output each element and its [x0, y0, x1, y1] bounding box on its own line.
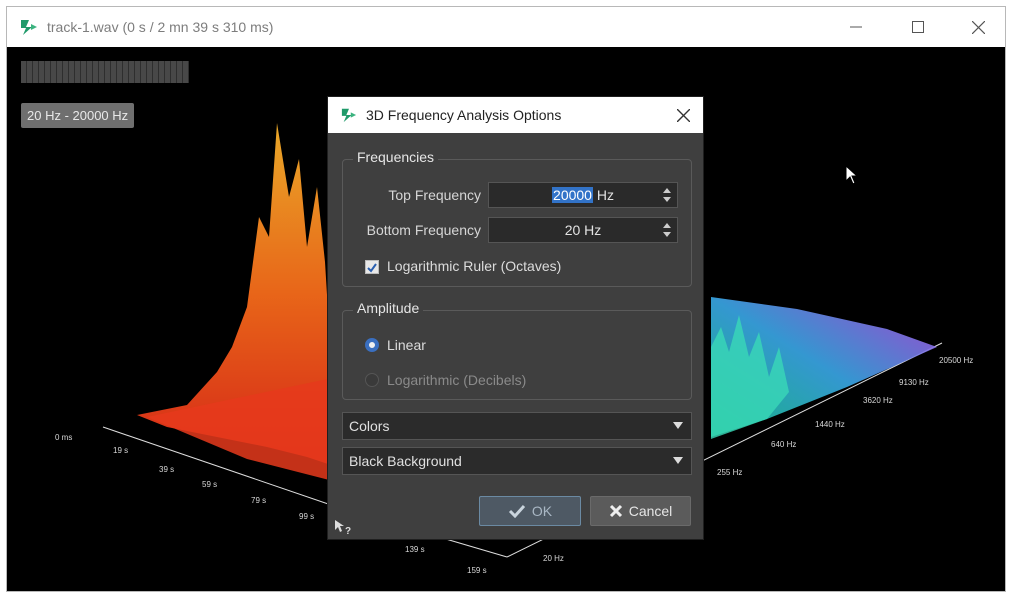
frequency-tick: 3620 Hz — [863, 396, 893, 405]
logarithmic-radio[interactable] — [365, 373, 379, 387]
frequency-tick: 1440 Hz — [815, 420, 845, 429]
linear-radio[interactable] — [365, 338, 379, 352]
frequency-tick: 255 Hz — [717, 468, 742, 477]
time-tick: 159 s — [467, 566, 487, 575]
checkmark-icon — [508, 504, 525, 518]
background-dropdown[interactable]: Black Background — [342, 447, 692, 475]
ok-label: OK — [531, 503, 553, 519]
frequency-tick: 640 Hz — [771, 440, 796, 449]
amplitude-legend: Amplitude — [353, 300, 424, 316]
top-frequency-value: 20000 — [552, 187, 593, 203]
time-tick: 39 s — [159, 465, 174, 474]
time-tick: 0 ms — [55, 433, 72, 442]
top-frequency-unit: Hz — [592, 187, 614, 203]
close-icon — [676, 108, 690, 122]
log-ruler-checkbox[interactable] — [365, 260, 379, 274]
dialog-title-bar[interactable]: 3D Frequency Analysis Options — [328, 97, 703, 133]
cancel-button[interactable]: Cancel — [590, 496, 691, 526]
amplitude-group: Amplitude Linear Logarithmic (Decibels) — [342, 300, 692, 400]
bottom-frequency-label: Bottom Frequency — [366, 222, 481, 238]
dialog-close-button[interactable] — [671, 103, 695, 127]
chevron-down-icon — [673, 422, 683, 429]
maximize-icon — [912, 21, 924, 33]
help-icon[interactable]: ? — [334, 519, 352, 540]
time-tick: 99 s — [299, 512, 314, 521]
logarithmic-label[interactable]: Logarithmic (Decibels) — [387, 372, 526, 388]
top-frequency-label: Top Frequency — [388, 187, 481, 203]
time-tick: 19 s — [113, 446, 128, 455]
title-bar[interactable]: track-1.wav (0 s / 2 mn 39 s 310 ms) — [7, 7, 1005, 47]
minimize-icon — [850, 26, 862, 28]
frequency-tick: 20500 Hz — [939, 356, 973, 365]
spin-arrows-icon[interactable] — [663, 186, 671, 204]
minimize-button[interactable] — [833, 7, 879, 47]
frequencies-legend: Frequencies — [353, 149, 439, 165]
frequency-tick: 9130 Hz — [899, 378, 929, 387]
frequencies-group: Frequencies Top Frequency 20000 Hz Botto… — [342, 149, 692, 287]
maximize-button[interactable] — [895, 7, 941, 47]
time-tick: 59 s — [202, 480, 217, 489]
linear-label[interactable]: Linear — [387, 337, 426, 353]
svg-text:?: ? — [345, 526, 351, 535]
frequency-options-dialog: 3D Frequency Analysis Options Frequencie… — [327, 96, 704, 540]
dialog-title: 3D Frequency Analysis Options — [366, 107, 562, 123]
app-logo-icon — [19, 17, 39, 37]
bottom-frequency-spinbox[interactable]: 20 Hz — [488, 217, 678, 243]
background-dropdown-value: Black Background — [349, 453, 462, 469]
top-frequency-spinbox[interactable]: 20000 Hz — [488, 182, 678, 208]
cross-icon — [609, 504, 622, 518]
mouse-pointer-icon — [845, 164, 859, 190]
app-logo-icon — [340, 107, 358, 123]
chevron-down-icon — [673, 457, 683, 464]
spin-arrows-icon[interactable] — [663, 221, 671, 239]
checkmark-icon — [367, 263, 377, 273]
cancel-label: Cancel — [628, 503, 673, 519]
time-tick: 139 s — [405, 545, 425, 554]
ok-button[interactable]: OK — [479, 496, 581, 526]
close-window-button[interactable] — [955, 7, 1001, 47]
time-tick: 79 s — [251, 496, 266, 505]
log-ruler-label[interactable]: Logarithmic Ruler (Octaves) — [387, 258, 561, 274]
bottom-frequency-value: 20 Hz — [564, 222, 602, 238]
colors-dropdown[interactable]: Colors — [342, 412, 692, 440]
window-title: track-1.wav (0 s / 2 mn 39 s 310 ms) — [47, 19, 274, 35]
frequency-tick: 20 Hz — [543, 554, 564, 563]
close-icon — [971, 20, 985, 34]
colors-dropdown-value: Colors — [349, 418, 390, 434]
